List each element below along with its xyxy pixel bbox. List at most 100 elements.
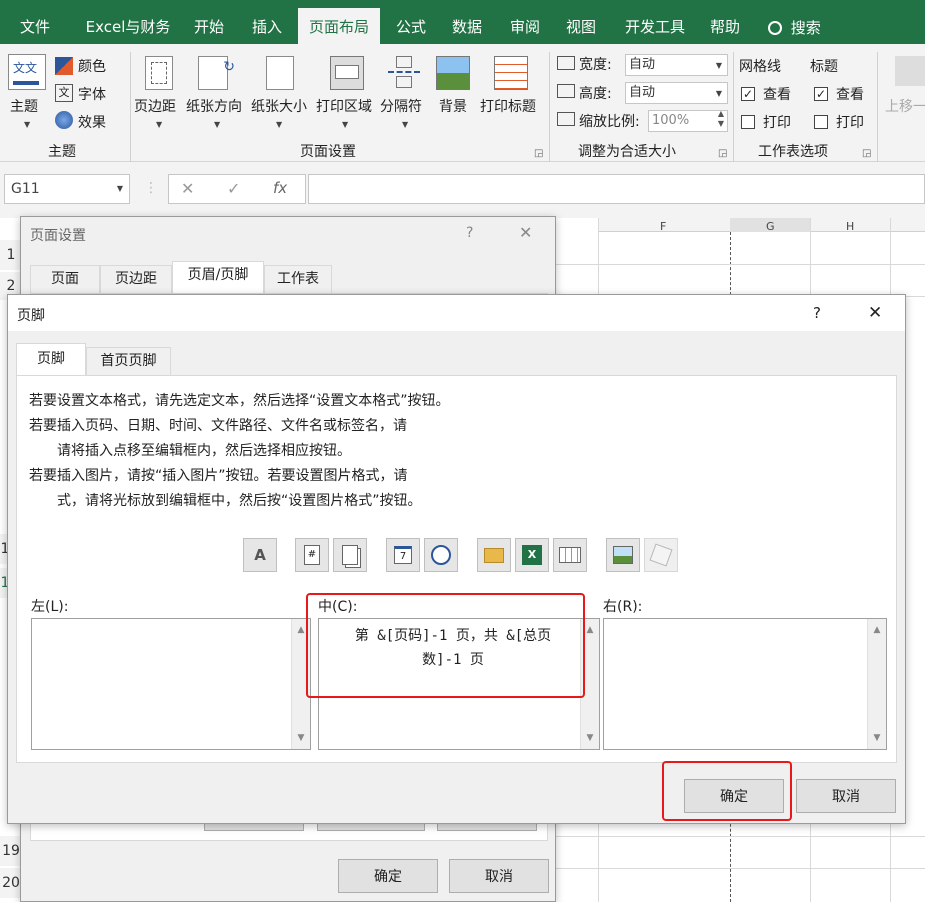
fonts-button[interactable]: 字体	[78, 84, 106, 104]
page-setup-help-button[interactable]: ?	[466, 225, 473, 241]
margins-icon	[145, 56, 173, 90]
cancel-icon[interactable]: ✕	[181, 179, 194, 198]
effects-button[interactable]: 效果	[78, 112, 106, 132]
tab-sheet[interactable]: 工作表	[264, 265, 332, 293]
page-setup-close-button[interactable]: ✕	[519, 223, 532, 242]
formula-bar: G11 ▼ ⋮ ✕ ✓ fx	[0, 162, 925, 218]
calendar-icon: 7	[394, 546, 412, 564]
page-setup-ok-button[interactable]: 确定	[338, 859, 438, 893]
page-setup-cancel-button[interactable]: 取消	[449, 859, 549, 893]
insert-sheet-name-button[interactable]	[553, 538, 587, 572]
tab-header-footer[interactable]: 页眉/页脚	[172, 261, 264, 293]
spinner-arrows-icon[interactable]: ▲ ▼	[718, 109, 724, 129]
tab-page[interactable]: 页面	[30, 265, 100, 293]
column-header-h[interactable]: H	[846, 220, 854, 233]
scroll-down-icon[interactable]: ▼	[292, 733, 310, 743]
row-number[interactable]: 19	[0, 836, 22, 866]
scale-value: 100%	[652, 113, 690, 128]
group-divider	[549, 52, 550, 162]
breaks-button[interactable]: 分隔符	[380, 96, 422, 116]
scale-spinner[interactable]: 100% ▲ ▼	[648, 109, 728, 132]
insert-file-name-button[interactable]: X	[515, 538, 549, 572]
height-label: 高度:	[579, 86, 612, 102]
gridlines-print-label: 打印	[763, 115, 791, 131]
headings-view-checkbox[interactable]: ✓	[814, 87, 828, 101]
tab-margins[interactable]: 页边距	[100, 265, 172, 293]
drag-handle-icon[interactable]: ⋮	[144, 180, 158, 196]
print-area-icon	[330, 56, 364, 90]
background-button[interactable]: 背景	[439, 96, 467, 116]
headings-print-checkbox[interactable]	[814, 115, 828, 129]
gridlines-view-label: 查看	[763, 87, 791, 103]
colors-button[interactable]: 颜色	[78, 56, 106, 76]
gridlines-print-checkbox[interactable]	[741, 115, 755, 129]
page-setup-group-label: 页面设置	[300, 144, 356, 160]
column-header-g[interactable]: G	[766, 220, 775, 233]
formula-input[interactable]	[308, 174, 925, 204]
bring-forward-button[interactable]: 上移一	[885, 96, 925, 116]
margins-button[interactable]: 页边距	[134, 96, 176, 116]
format-text-button[interactable]: A	[243, 538, 277, 572]
insert-date-button[interactable]: 7	[386, 538, 420, 572]
themes-button[interactable]: 主题	[10, 96, 38, 116]
footer-help-button[interactable]: ?	[813, 304, 821, 322]
footer-dialog: 页脚 ? ✕ 页脚 首页页脚 若要设置文本格式，请先选定文本，然后选择“设置文本…	[7, 294, 906, 824]
scroll-down-icon[interactable]: ▼	[581, 733, 599, 743]
scale-launcher-icon[interactable]: ◲	[718, 148, 727, 159]
gridlines-label: 网格线	[739, 59, 781, 75]
search-label: 搜索	[790, 19, 821, 37]
print-titles-button[interactable]: 打印标题	[480, 96, 536, 116]
footer-cancel-button[interactable]: 取消	[796, 779, 896, 813]
footer-titlebar	[8, 295, 905, 331]
height-value: 自动	[629, 85, 656, 100]
tab-first-page-footer[interactable]: 首页页脚	[86, 347, 171, 375]
sheet-tab-icon	[559, 547, 581, 563]
insert-function-icon[interactable]: fx	[273, 179, 287, 197]
search-box[interactable]: 搜索	[768, 17, 821, 38]
footer-close-button[interactable]: ✕	[868, 303, 882, 323]
scale-icon	[557, 112, 575, 126]
height-select[interactable]: 自动 ▼	[625, 82, 728, 104]
size-dropdown-icon: ▼	[276, 120, 283, 129]
format-picture-icon	[649, 543, 673, 567]
insert-page-count-button[interactable]	[333, 538, 367, 572]
width-label: 宽度:	[579, 57, 612, 73]
left-section-label: 左(L):	[31, 599, 69, 615]
width-select[interactable]: 自动 ▼	[625, 54, 728, 76]
format-picture-button[interactable]	[644, 538, 678, 572]
footer-panel: 若要设置文本格式，请先选定文本，然后选择“设置文本格式”按钮。 若要插入页码、日…	[16, 375, 897, 763]
row-number[interactable]: 20	[0, 868, 22, 898]
orientation-button[interactable]: 纸张方向	[186, 96, 242, 116]
left-section-input[interactable]: ▲ ▼	[31, 618, 311, 750]
column-header-f[interactable]: F	[660, 220, 666, 233]
insert-picture-button[interactable]	[606, 538, 640, 572]
scroll-up-icon[interactable]: ▲	[868, 625, 886, 635]
headings-label: 标题	[810, 59, 838, 75]
size-icon	[266, 56, 294, 90]
width-dropdown-icon: ▼	[715, 61, 722, 70]
scroll-down-icon[interactable]: ▼	[868, 733, 886, 743]
gridlines-view-checkbox[interactable]: ✓	[741, 87, 755, 101]
enter-icon[interactable]: ✓	[227, 179, 240, 198]
insert-time-button[interactable]	[424, 538, 458, 572]
scale-label: 缩放比例:	[579, 114, 640, 130]
picture-icon	[613, 546, 633, 564]
right-scrollbar[interactable]: ▲ ▼	[867, 619, 886, 749]
formula-buttons: ✕ ✓ fx	[168, 174, 306, 204]
ribbon: 文文 主题 ▼ 颜色 文 字体 效果 主题 页边距 ▼ ↻ 纸张方向 ▼ 纸张大…	[0, 44, 925, 162]
instruction-line: 若要插入图片，请按“插入图片”按钮。若要设置图片格式，请	[29, 468, 408, 484]
group-divider	[733, 52, 734, 162]
print-area-button[interactable]: 打印区域	[316, 96, 372, 116]
sheet-options-launcher-icon[interactable]: ◲	[862, 148, 871, 159]
right-section-input[interactable]: ▲ ▼	[603, 618, 887, 750]
tab-footer[interactable]: 页脚	[16, 343, 86, 375]
orientation-dropdown-icon: ▼	[214, 120, 221, 129]
row-number[interactable]: 1	[0, 240, 22, 270]
headings-print-label: 打印	[836, 115, 864, 131]
page-setup-launcher-icon[interactable]: ◲	[534, 148, 543, 159]
insert-page-number-button[interactable]: #	[295, 538, 329, 572]
size-button[interactable]: 纸张大小	[251, 96, 307, 116]
name-box-dropdown-icon: ▼	[116, 184, 123, 193]
name-box[interactable]: G11 ▼	[4, 174, 130, 204]
insert-file-path-button[interactable]	[477, 538, 511, 572]
